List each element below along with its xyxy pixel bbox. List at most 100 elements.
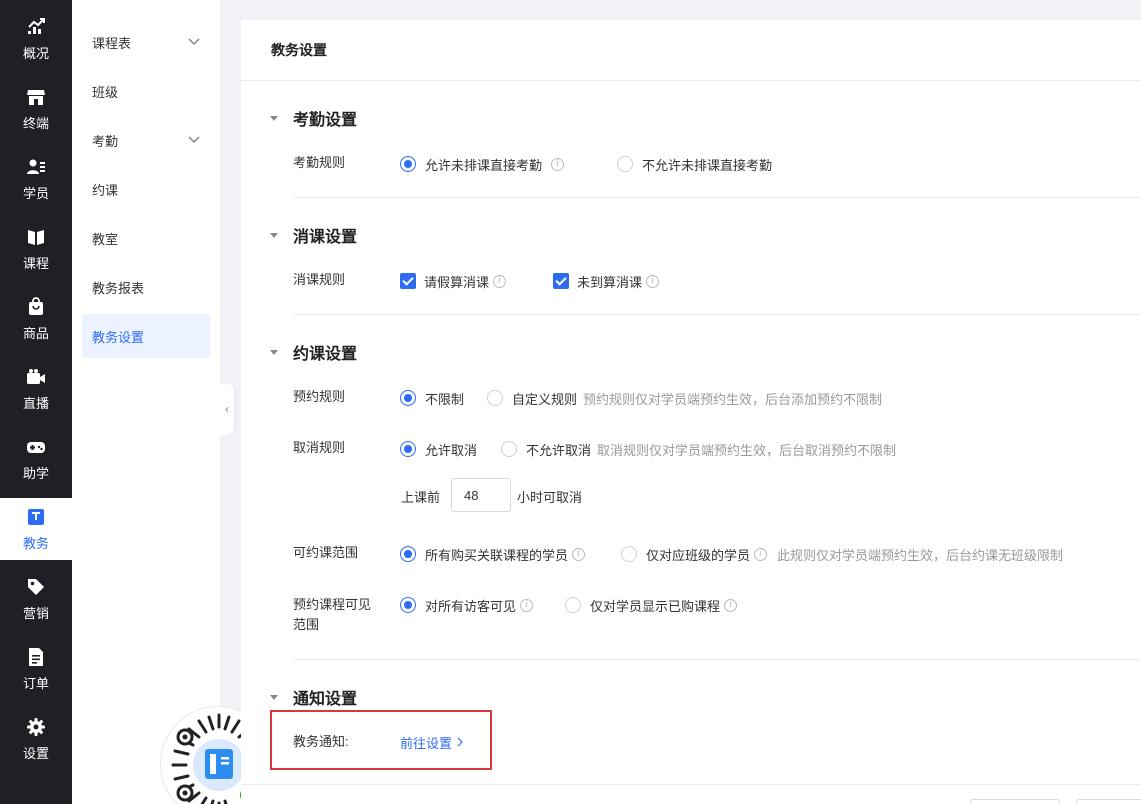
rail-item-live[interactable]: 直播 <box>0 358 72 420</box>
tag-icon <box>26 577 46 597</box>
reserve-unlimited-radio[interactable]: 不限制 <box>400 388 464 408</box>
rail-item-goods[interactable]: 商品 <box>0 288 72 350</box>
calendar-board-icon <box>26 507 46 527</box>
footer-divider <box>241 784 1141 785</box>
cancel-disallow-radio[interactable]: 不允许取消 取消规则仅对学员端预约生效，后台取消预约不限制 <box>501 439 896 459</box>
radio-selected[interactable] <box>400 597 416 613</box>
scope-class-radio[interactable]: 仅对应班级的学员 i 此规则仅对学员端预约生效，后台约课无班级限制 <box>621 544 1063 564</box>
cancel-rule-label: 取消规则 <box>293 440 346 455</box>
rail-item-courses[interactable]: 课程 <box>0 218 72 280</box>
radio-selected[interactable] <box>400 546 416 562</box>
checkbox-checked[interactable] <box>553 273 569 289</box>
radio-unselected[interactable] <box>617 156 633 172</box>
rail-item-label: 课程 <box>22 255 49 271</box>
rail-item-label: 助学 <box>22 465 49 481</box>
rail-item-assist[interactable]: 助学 <box>0 428 72 490</box>
info-icon[interactable]: i <box>520 598 534 612</box>
reserve-custom-radio[interactable]: 自定义规则 预约规则仅对学员端预约生效，后台添加预约不限制 <box>487 388 882 408</box>
radio-label: 允许未排课直接考勤 <box>425 157 543 173</box>
trend-chart-icon <box>26 17 46 37</box>
consume-rule-label: 消课规则 <box>293 272 346 287</box>
radio-label: 允许取消 <box>425 442 478 458</box>
link-label: 前往设置 <box>400 735 453 751</box>
rail-item-overview[interactable]: 概况 <box>0 8 72 70</box>
chevron-down-icon <box>188 38 200 45</box>
radio-label: 不限制 <box>425 391 465 407</box>
radio-label: 仅对学员显示已购课程 <box>590 598 721 614</box>
section-divider <box>293 659 1141 660</box>
booking-scope-label: 可约课范围 <box>293 545 359 560</box>
rail-item-label: 终端 <box>22 115 49 131</box>
reserve-rule-label: 预约规则 <box>293 389 346 404</box>
checkbox-label: 未到算消课 <box>577 274 643 290</box>
submenu-item-booking[interactable]: 约课 <box>82 167 210 211</box>
radio-selected[interactable] <box>400 441 416 457</box>
radio-label: 所有购买关联课程的学员 <box>425 547 569 563</box>
visible-scope-label: 预约课程可见 范围 <box>293 595 371 635</box>
submenu-item-attendance[interactable]: 考勤 <box>82 118 210 162</box>
notify-label: 教务通知: <box>293 734 349 749</box>
chevron-right-icon <box>457 737 463 747</box>
consume-leave-checkbox[interactable]: 请假算消课 i <box>400 271 507 291</box>
section-attendance-toggle[interactable]: 考勤设置 <box>270 106 357 130</box>
rail-item-label: 学员 <box>22 185 49 201</box>
chevron-left-icon: ‹ <box>225 402 229 416</box>
video-camera-icon <box>26 367 46 387</box>
info-icon[interactable]: i <box>646 274 660 288</box>
submenu-item-classroom[interactable]: 教室 <box>82 216 210 260</box>
section-title: 通知设置 <box>293 691 358 708</box>
rail-item-label: 商品 <box>22 325 49 341</box>
radio-selected[interactable] <box>400 156 416 172</box>
collapse-menu-handle[interactable]: ‹ <box>220 383 234 435</box>
footer-button[interactable] <box>970 799 1060 804</box>
scope-all-radio[interactable]: 所有购买关联课程的学员 i <box>400 544 586 564</box>
label-line: 范围 <box>293 617 320 632</box>
consume-absent-checkbox[interactable]: 未到算消课 i <box>553 271 660 291</box>
radio-unselected[interactable] <box>501 441 517 457</box>
section-notify-toggle[interactable]: 通知设置 <box>270 685 357 709</box>
notify-settings-link[interactable]: 前往设置 <box>400 732 464 752</box>
footer-button[interactable] <box>1076 799 1141 804</box>
visible-all-radio[interactable]: 对所有访客可见 i <box>400 595 534 615</box>
settings-card: 教务设置 考勤设置 考勤规则 允许未排课直接考勤 i 不允许未排课直接考勤 消课… <box>241 20 1141 804</box>
submenu-item-schedule[interactable]: 课程表 <box>82 20 210 64</box>
info-icon[interactable]: i <box>493 274 507 288</box>
cancel-hours-input[interactable] <box>451 478 511 512</box>
attendance-disallow-radio[interactable]: 不允许未排课直接考勤 <box>617 154 772 174</box>
submenu-item-academic-settings[interactable]: 教务设置 <box>82 314 210 358</box>
rail-item-label: 直播 <box>22 395 49 411</box>
section-consume-toggle[interactable]: 消课设置 <box>270 223 357 247</box>
radio-unselected[interactable] <box>487 390 503 406</box>
caret-down-icon <box>270 349 278 355</box>
attendance-allow-radio[interactable]: 允许未排课直接考勤 i <box>400 154 565 174</box>
rail-item-marketing[interactable]: 营销 <box>0 568 72 630</box>
cancel-before-prefix: 上课前 <box>401 489 441 505</box>
secondary-menu: 课程表 班级 考勤 约课 教室 教务报表 教务设置 <box>72 0 276 804</box>
radio-unselected[interactable] <box>565 597 581 613</box>
checkbox-checked[interactable] <box>400 273 416 289</box>
radio-unselected[interactable] <box>621 546 637 562</box>
radio-selected[interactable] <box>400 390 416 406</box>
section-booking-toggle[interactable]: 约课设置 <box>270 340 357 364</box>
page-title: 教务设置 <box>241 20 1141 81</box>
info-icon[interactable]: i <box>572 547 586 561</box>
submenu-item-class[interactable]: 班级 <box>82 69 210 113</box>
book-icon <box>26 227 46 247</box>
label-line: 预约课程可见 <box>293 597 372 612</box>
cancel-rule-hint: 取消规则仅对学员端预约生效，后台取消预约不限制 <box>597 442 897 458</box>
rail-item-terminal[interactable]: 终端 <box>0 78 72 140</box>
rail-item-students[interactable]: 学员 <box>0 148 72 210</box>
rail-item-settings[interactable]: 设置 <box>0 708 72 770</box>
info-icon[interactable]: i <box>724 598 738 612</box>
shopping-bag-icon <box>26 296 46 317</box>
section-title: 考勤设置 <box>293 112 358 129</box>
rail-item-academic[interactable]: 教务 <box>0 498 72 560</box>
info-icon[interactable]: i <box>754 547 768 561</box>
submenu-item-label: 课程表 <box>92 35 132 51</box>
info-icon[interactable]: i <box>551 157 565 171</box>
visible-bought-radio[interactable]: 仅对学员显示已购课程 i <box>565 595 738 615</box>
rail-item-orders[interactable]: 订单 <box>0 638 72 700</box>
submenu-item-reports[interactable]: 教务报表 <box>82 265 210 309</box>
cancel-allow-radio[interactable]: 允许取消 <box>400 439 477 459</box>
rail-item-label: 设置 <box>22 745 49 761</box>
